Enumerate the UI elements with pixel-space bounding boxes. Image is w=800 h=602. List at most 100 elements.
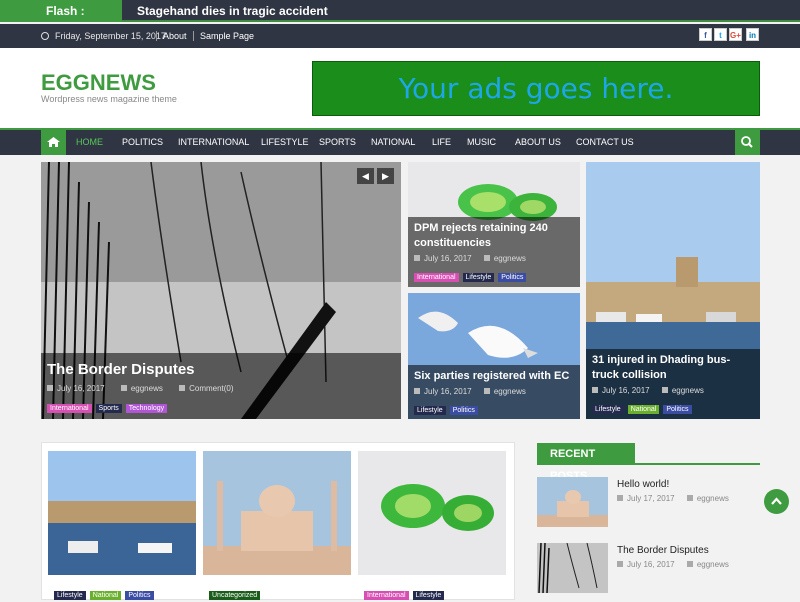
post-tags: Lifestyle National Politics [54,584,158,602]
tag-international[interactable]: International [364,591,409,600]
post-author[interactable]: eggnews [494,387,526,396]
post-thumbnail[interactable] [48,451,196,575]
user-icon [686,561,693,567]
recent-post-title[interactable]: Hello world! [617,479,669,490]
calendar-icon [414,255,420,261]
search-button[interactable] [735,130,760,155]
post-card[interactable]: International Lifestyle [358,451,506,601]
featured-top-mid-card[interactable]: DPM rejects retaining 240 constituencies… [408,162,580,287]
featured-top-mid-tags: International Lifestyle Politics [414,266,574,284]
tag-lifestyle[interactable]: Lifestyle [54,591,86,600]
post-date: July 16, 2017 [424,387,472,396]
post-date: July 16, 2017 [627,560,675,569]
post-author[interactable]: eggnews [672,386,704,395]
tag-international[interactable]: International [47,404,92,413]
site-title[interactable]: EGGNEWS [41,70,156,96]
tag-sports[interactable]: Sports [95,404,122,413]
post-thumbnail[interactable] [203,451,351,575]
tag-lifestyle[interactable]: Lifestyle [414,406,446,415]
flash-label: Flash : [0,0,122,22]
post-card[interactable]: Lifestyle National Politics [48,451,196,601]
prev-slide-button[interactable]: ◀ [357,168,374,184]
main-nav: HOME POLITICS INTERNATIONAL LIFESTYLE SP… [0,128,800,155]
post-author[interactable]: eggnews [697,494,729,503]
post-date: July 16, 2017 [57,384,105,393]
comment-icon [179,385,186,391]
tag-technology[interactable]: Technology [125,404,168,413]
recent-post-meta: July 17, 2017 eggnews [617,494,729,503]
tag-national[interactable]: National [89,591,122,600]
facebook-icon[interactable]: f [699,28,712,41]
nav-contact-us[interactable]: CONTACT US [576,130,634,155]
recent-post-title[interactable]: The Border Disputes [617,545,709,556]
post-date: July 17, 2017 [627,494,675,503]
scroll-to-top-button[interactable] [764,489,789,514]
recent-post-item[interactable]: Hello world! July 17, 2017 eggnews [537,477,760,529]
nav-international[interactable]: INTERNATIONAL [178,130,249,155]
about-link[interactable]: About [163,24,187,48]
divider [193,31,194,41]
featured-top-mid-overlay: DPM rejects retaining 240 constituencies… [408,217,580,287]
post-date: July 16, 2017 [602,386,650,395]
featured-top-mid-title[interactable]: DPM rejects retaining 240 constituencies [414,221,574,251]
calendar-icon [592,387,598,393]
ad-banner[interactable]: Your ads goes here. [312,61,760,116]
post-card[interactable]: Uncategorized [203,451,351,601]
nav-music[interactable]: MUSIC [467,130,496,155]
featured-main-title[interactable]: The Border Disputes [47,361,395,378]
calendar-icon [414,388,420,394]
flash-headline-link[interactable]: Stagehand dies in tragic accident [137,0,328,22]
nav-national[interactable]: NATIONAL [371,130,415,155]
tag-lifestyle[interactable]: Lifestyle [592,405,624,414]
nav-politics[interactable]: POLITICS [122,130,163,155]
featured-top-mid-meta: July 16, 2017 eggnews [414,254,574,263]
harbor-thumbnail-image [48,451,196,575]
recent-post-item[interactable]: The Border Disputes July 16, 2017 eggnew… [537,543,760,595]
twitter-icon[interactable]: t [714,28,727,41]
nav-lifestyle[interactable]: LIFESTYLE [261,130,309,155]
current-date: Friday, September 15, 2017 [41,24,166,48]
sample-page-link[interactable]: Sample Page [200,24,254,48]
home-icon-button[interactable] [41,130,66,155]
post-grid: Lifestyle National Politics Uncategorized … [41,442,515,600]
tag-politics[interactable]: Politics [663,405,692,414]
featured-main-overlay: The Border Disputes July 16, 2017 eggnew… [41,353,401,419]
post-comments[interactable]: Comment(0) [189,384,233,393]
recent-posts-header: RECENT POSTS [537,443,760,482]
tag-uncategorized[interactable]: Uncategorized [209,591,261,600]
featured-right-overlay: 31 injured in Dhading bus-truck collisio… [586,349,760,419]
search-icon [741,136,753,148]
tag-national[interactable]: National [627,405,660,414]
featured-main-card[interactable]: ◀ ▶ The Border Disputes July 16, 2017 eg… [41,162,401,419]
tag-politics[interactable]: Politics [125,591,154,600]
next-slide-button[interactable]: ▶ [377,168,394,184]
featured-right-tags: Lifestyle National Politics [592,398,754,416]
nav-sports[interactable]: SPORTS [319,130,356,155]
tag-lifestyle[interactable]: Lifestyle [412,591,445,600]
post-thumbnail[interactable] [358,451,506,575]
recent-posts-title: RECENT POSTS [537,443,635,482]
featured-right-title[interactable]: 31 injured in Dhading bus-truck collisio… [592,353,754,383]
barbed-wire-thumbnail-image [537,543,608,593]
recent-post-thumbnail[interactable] [537,477,608,527]
tag-international[interactable]: International [414,273,459,282]
featured-right-card[interactable]: 31 injured in Dhading bus-truck collisio… [586,162,760,419]
user-icon [483,388,490,394]
post-author[interactable]: eggnews [131,384,163,393]
nav-life[interactable]: LIFE [432,130,451,155]
featured-bottom-mid-meta: July 16, 2017 eggnews [414,387,574,396]
tag-politics[interactable]: Politics [449,406,478,415]
post-author[interactable]: eggnews [697,560,729,569]
tag-politics[interactable]: Politics [498,273,527,282]
recent-post-thumbnail[interactable] [537,543,608,593]
google-plus-icon[interactable]: G+ [729,28,742,41]
tag-lifestyle[interactable]: Lifestyle [462,273,495,282]
featured-bottom-mid-card[interactable]: Six parties registered with EC July 16, … [408,293,580,419]
post-author[interactable]: eggnews [494,254,526,263]
nav-about-us[interactable]: ABOUT US [515,130,561,155]
calendar-icon [47,385,53,391]
nav-home[interactable]: HOME [76,130,103,155]
featured-main-tags: International Sports Technology [47,397,395,415]
featured-bottom-mid-title[interactable]: Six parties registered with EC [414,369,574,384]
linkedin-icon[interactable]: in [746,28,759,41]
